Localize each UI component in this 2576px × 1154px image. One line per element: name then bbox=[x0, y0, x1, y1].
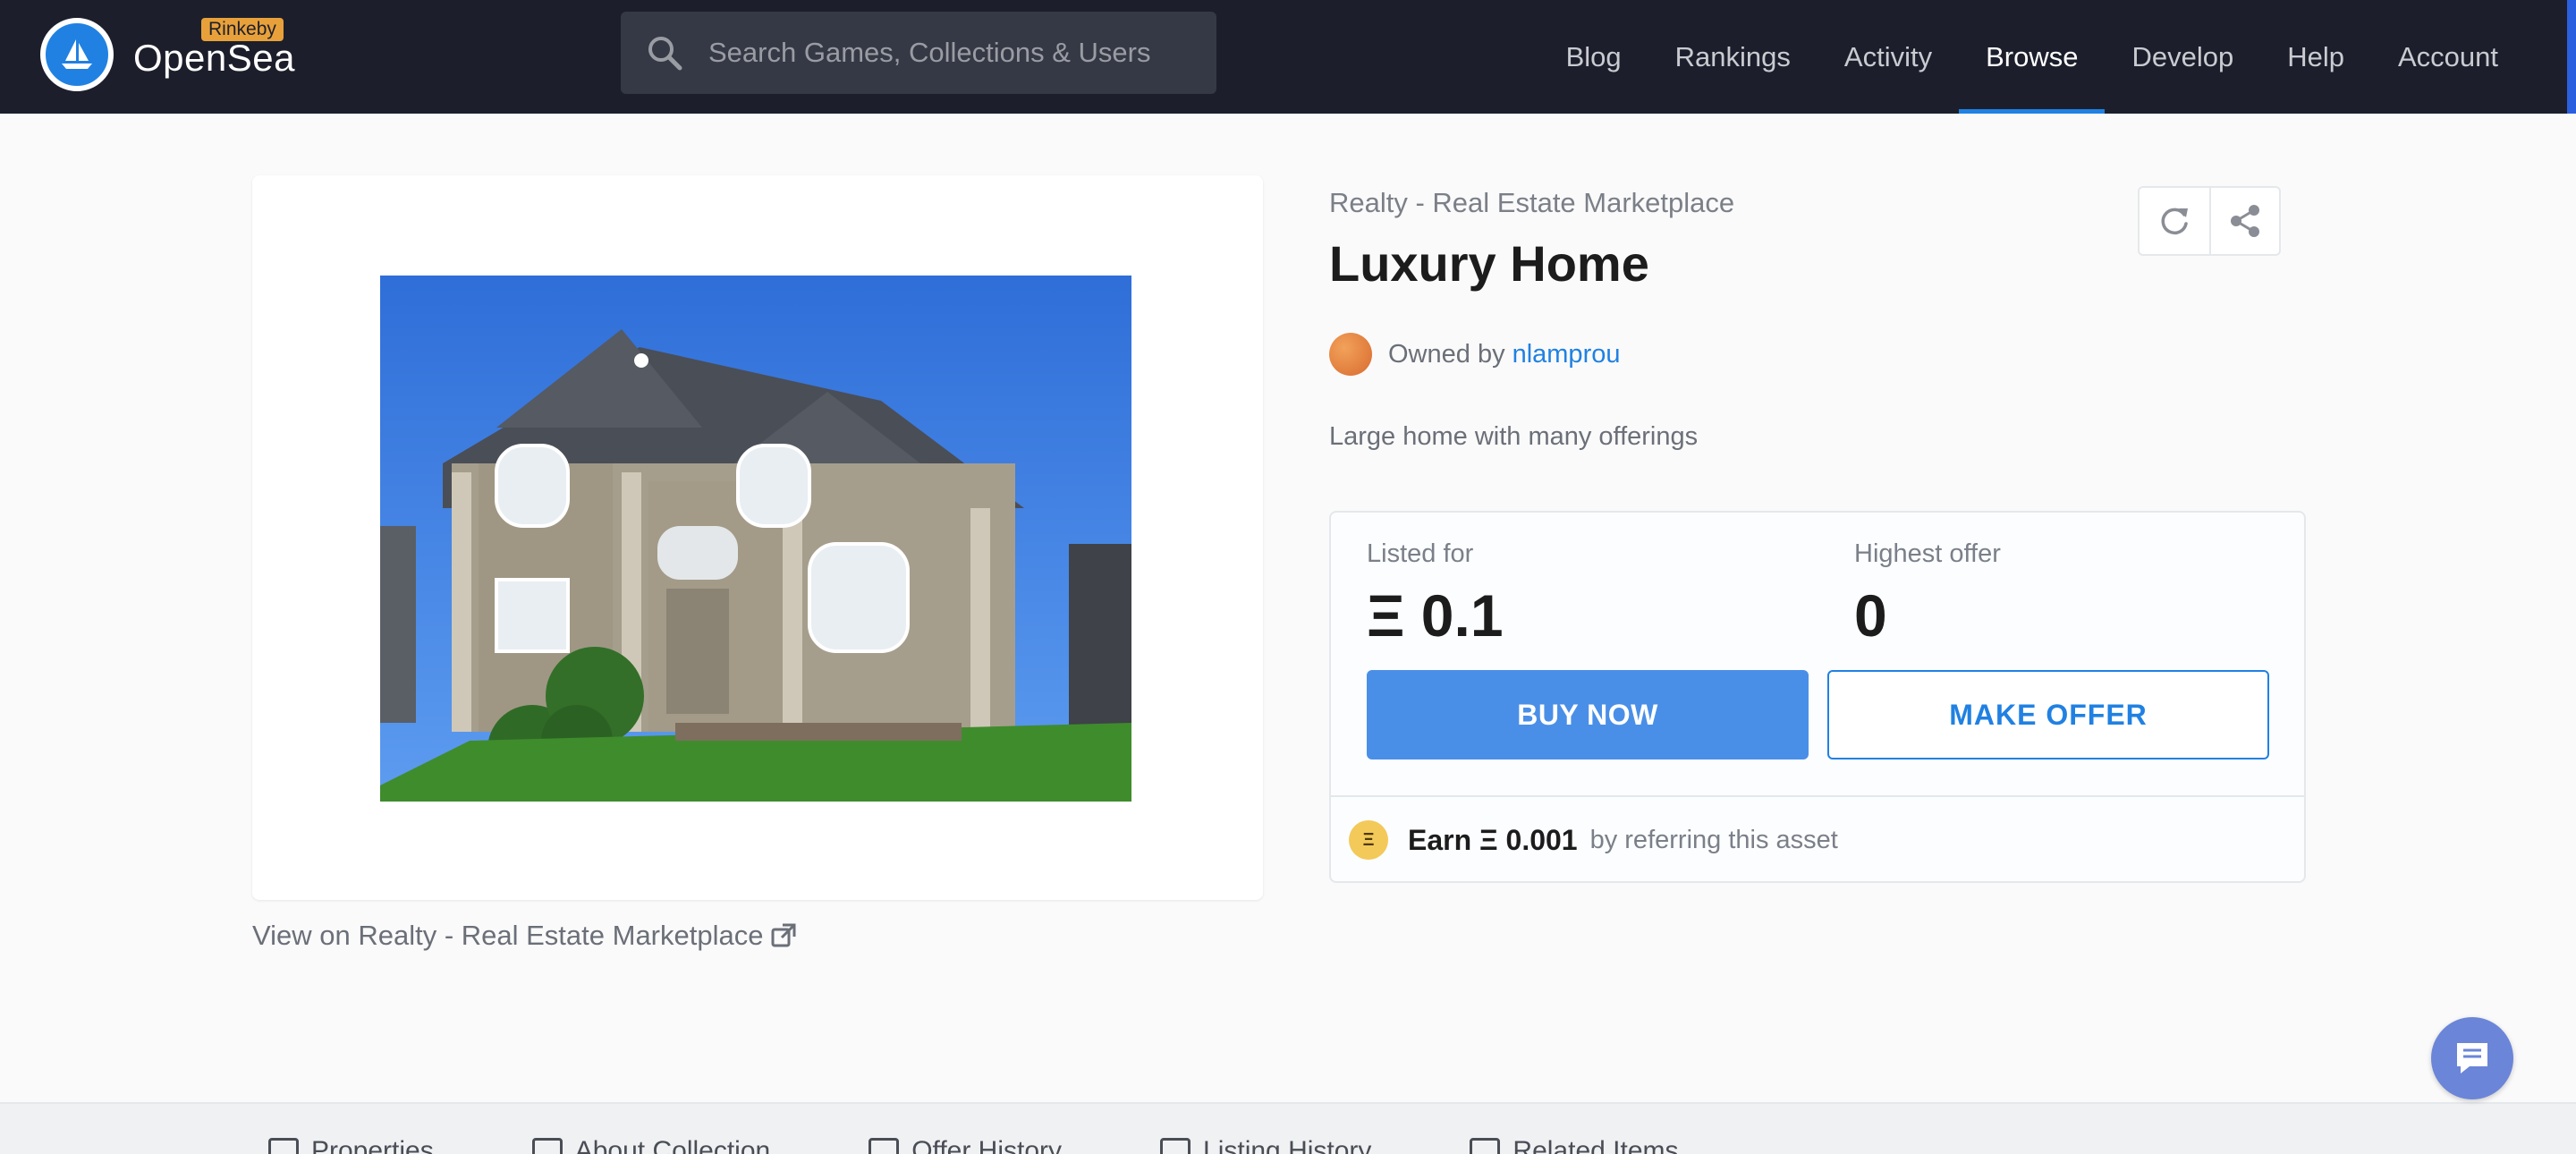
network-badge: Rinkeby bbox=[201, 18, 284, 41]
highest-offer-block: Highest offer 0 bbox=[1854, 539, 2001, 649]
offer-icon bbox=[869, 1138, 900, 1154]
listed-price-block: Listed for Ξ 0.1 bbox=[1367, 539, 1504, 649]
nav-account[interactable]: Account bbox=[2371, 0, 2525, 114]
highest-offer-value: 0 bbox=[1854, 582, 1887, 649]
brand-name: OpenSea bbox=[133, 37, 295, 79]
tab-label: Properties bbox=[311, 1136, 434, 1154]
nav-help[interactable]: Help bbox=[2260, 0, 2371, 114]
nav-rankings[interactable]: Rankings bbox=[1648, 0, 1818, 114]
asset-image-card bbox=[252, 175, 1263, 900]
collection-link[interactable]: Realty - Real Estate Marketplace bbox=[1329, 187, 1734, 219]
list-icon bbox=[531, 1138, 563, 1154]
share-button[interactable] bbox=[2209, 188, 2279, 254]
refresh-icon bbox=[2161, 208, 2188, 235]
main-nav: Blog Rankings Activity Browse Develop He… bbox=[1539, 0, 2525, 114]
asset-image[interactable] bbox=[380, 276, 1131, 802]
search-icon bbox=[648, 37, 682, 71]
buy-now-button[interactable]: BUY NOW bbox=[1367, 670, 1809, 759]
top-navbar: OpenSea Rinkeby Blog Rankings Activity B… bbox=[0, 0, 2576, 114]
tab-related-items[interactable]: Related Items bbox=[1470, 1136, 1679, 1154]
search-input[interactable] bbox=[708, 26, 1216, 80]
asset-title: Luxury Home bbox=[1329, 235, 1649, 292]
eth-coin-icon: Ξ bbox=[1349, 820, 1388, 860]
asset-tabs: Properties About Collection Offer Histor… bbox=[268, 1136, 1679, 1154]
owner-link[interactable]: nlamprou bbox=[1513, 340, 1621, 369]
share-icon bbox=[2231, 205, 2259, 237]
clock-icon bbox=[1160, 1138, 1191, 1154]
tab-offer-history[interactable]: Offer History bbox=[869, 1136, 1062, 1154]
external-link-icon bbox=[771, 923, 796, 947]
asset-actions bbox=[2138, 186, 2281, 256]
referral-amount: Earn Ξ 0.001 bbox=[1408, 823, 1578, 856]
brand-logo[interactable]: OpenSea Rinkeby bbox=[40, 18, 295, 91]
nav-develop[interactable]: Develop bbox=[2105, 0, 2260, 114]
owner-avatar[interactable] bbox=[1329, 333, 1372, 376]
referral-text: by referring this asset bbox=[1589, 825, 1838, 854]
listed-price: Ξ 0.1 bbox=[1367, 582, 1504, 649]
nav-blog[interactable]: Blog bbox=[1539, 0, 1648, 114]
price-card: Listed for Ξ 0.1 Highest offer 0 BUY NOW… bbox=[1329, 511, 2306, 883]
tab-label: Related Items bbox=[1513, 1136, 1679, 1154]
tab-label: About Collection bbox=[574, 1136, 771, 1154]
refresh-button[interactable] bbox=[2140, 188, 2209, 254]
referral-row: Ξ Earn Ξ 0.001 by referring this asset bbox=[1331, 795, 2304, 883]
listed-label: Listed for bbox=[1367, 539, 1474, 568]
owned-by-label: Owned by bbox=[1388, 339, 1505, 369]
asset-description: Large home with many offerings bbox=[1329, 422, 1699, 451]
tab-label: Listing History bbox=[1203, 1136, 1372, 1154]
make-offer-button[interactable]: MAKE OFFER bbox=[1827, 670, 2269, 759]
highest-offer-label: Highest offer bbox=[1854, 539, 2001, 568]
tab-label: Offer History bbox=[911, 1136, 1063, 1154]
chat-icon bbox=[2457, 1043, 2487, 1073]
window-edge bbox=[2567, 0, 2576, 114]
nav-activity[interactable]: Activity bbox=[1818, 0, 1959, 114]
view-on-collection-link[interactable]: View on Realty - Real Estate Marketplace bbox=[252, 920, 797, 952]
tab-about-collection[interactable]: About Collection bbox=[531, 1136, 771, 1154]
properties-icon bbox=[268, 1138, 299, 1154]
grid-icon bbox=[1470, 1138, 1501, 1154]
nav-browse[interactable]: Browse bbox=[1959, 0, 2106, 114]
search-bar[interactable] bbox=[621, 12, 1216, 94]
tab-listing-history[interactable]: Listing History bbox=[1160, 1136, 1371, 1154]
sailboat-icon bbox=[40, 18, 114, 91]
tab-properties[interactable]: Properties bbox=[268, 1136, 434, 1154]
chat-button[interactable] bbox=[2431, 1017, 2513, 1099]
view-link-label: View on Realty - Real Estate Marketplace bbox=[252, 920, 764, 951]
owner-row: Owned by nlamprou bbox=[1329, 333, 1620, 376]
